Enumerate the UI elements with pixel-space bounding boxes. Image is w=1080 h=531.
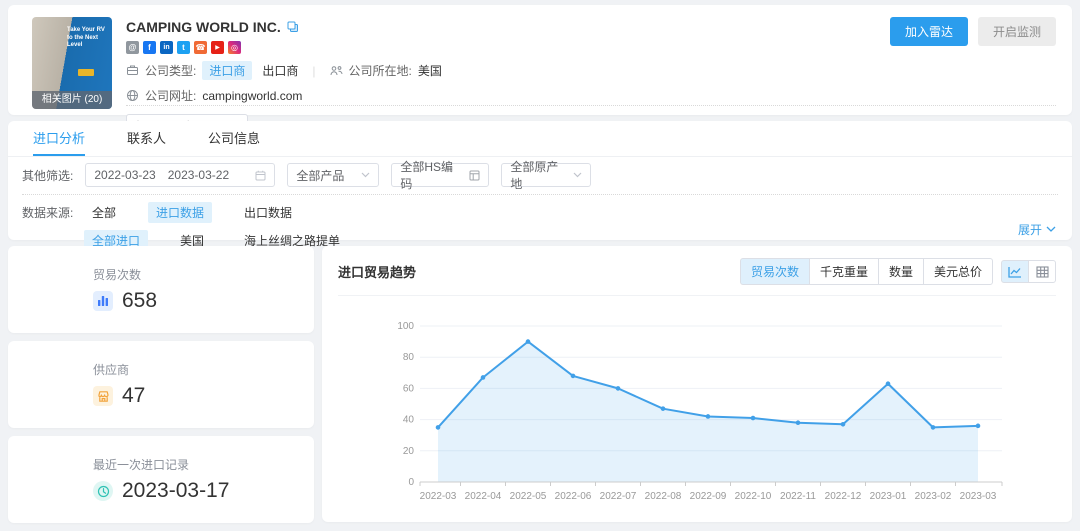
stats-column: 贸易次数 658 供应商 47 最近一次进口记录 2023-03-17 — [8, 246, 314, 531]
date-range-picker[interactable]: 2022-03-23 2023-03-22 — [85, 163, 275, 187]
window-icon — [469, 170, 480, 181]
youtube-icon[interactable]: ▶ — [211, 41, 224, 54]
globe-icon — [126, 89, 139, 102]
date-start[interactable]: 2022-03-23 — [94, 168, 155, 182]
location-icon — [330, 64, 343, 77]
linkedin-icon[interactable]: in — [160, 41, 173, 54]
stat-card-latest-import: 最近一次进口记录 2023-03-17 — [8, 436, 314, 523]
trend-chart: 0 20 40 60 80 100 2022-03 2022-04 2022-05 2022-06… — [338, 304, 1056, 516]
svg-text:2023-02: 2023-02 — [915, 491, 952, 502]
origin-select[interactable]: 全部原产地 — [501, 163, 591, 187]
tab-company-info[interactable]: 公司信息 — [208, 121, 260, 156]
instagram-icon[interactable]: ◎ — [228, 41, 241, 54]
website-icon[interactable]: @ — [126, 41, 139, 54]
svg-text:60: 60 — [403, 383, 415, 394]
chevron-down-icon — [361, 172, 370, 178]
metric-switcher: 贸易次数 千克重量 数量 美元总价 — [740, 258, 993, 285]
bar-chart-icon — [93, 291, 113, 311]
hs-code-select[interactable]: 全部HS编码 — [391, 163, 489, 187]
svg-text:0: 0 — [408, 477, 414, 488]
svg-text:2022-08: 2022-08 — [645, 491, 682, 502]
stat-label: 供应商 — [93, 361, 314, 378]
svg-text:20: 20 — [403, 446, 415, 457]
company-name: CAMPING WORLD INC. — [126, 19, 281, 35]
company-type-icon — [126, 64, 139, 77]
twitter-icon[interactable]: t — [177, 41, 190, 54]
location-value: 美国 — [418, 62, 442, 79]
view-switcher — [1001, 260, 1056, 283]
add-radar-button[interactable]: 加入雷达 — [890, 17, 968, 46]
thumbnail-banner-text: Take Your RV to the Next Level — [67, 27, 109, 50]
svg-text:2022-03: 2022-03 — [420, 491, 457, 502]
company-thumbnail[interactable]: Take Your RV to the Next Level 相关图片 (20) — [32, 17, 112, 109]
expand-link[interactable]: 展开 — [1018, 221, 1056, 238]
divider — [338, 295, 1056, 296]
start-monitor-button[interactable]: 开启监测 — [978, 17, 1056, 46]
stat-label: 最近一次进口记录 — [93, 456, 314, 473]
origin-select-value: 全部原产地 — [510, 158, 561, 192]
company-header-card: Take Your RV to the Next Level 相关图片 (20)… — [8, 5, 1072, 115]
expand-label: 展开 — [1018, 221, 1042, 238]
stat-value: 658 — [122, 289, 157, 313]
store-icon — [93, 386, 113, 406]
product-select[interactable]: 全部产品 — [287, 163, 379, 187]
data-source-label: 数据来源: — [22, 204, 84, 221]
svg-text:2022-11: 2022-11 — [780, 491, 816, 502]
stat-value: 2023-03-17 — [122, 479, 229, 503]
filter-card: 进口分析 联系人 公司信息 其他筛选: 2022-03-23 2023-03-2… — [8, 121, 1072, 240]
divider: | — [312, 64, 315, 78]
company-type-label: 公司类型: — [145, 62, 196, 79]
metric-weight-kg[interactable]: 千克重量 — [809, 258, 879, 285]
thumbnail-badge — [78, 69, 94, 76]
stat-card-suppliers: 供应商 47 — [8, 341, 314, 428]
line-chart-view-icon[interactable] — [1001, 260, 1029, 283]
svg-text:2022-05: 2022-05 — [510, 491, 547, 502]
hs-code-value: 全部HS编码 — [400, 158, 457, 192]
svg-text:2022-06: 2022-06 — [555, 491, 592, 502]
metric-quantity[interactable]: 数量 — [878, 258, 924, 285]
svg-text:100: 100 — [397, 321, 414, 332]
phone-icon[interactable]: ☎ — [194, 41, 207, 54]
copy-icon[interactable] — [287, 21, 299, 33]
clock-icon — [93, 481, 113, 501]
exporter-tag[interactable]: 出口商 — [262, 62, 298, 79]
calendar-icon — [255, 170, 266, 181]
svg-text:2022-09: 2022-09 — [690, 491, 727, 502]
metric-usd-total[interactable]: 美元总价 — [923, 258, 993, 285]
source-option-all[interactable]: 全部 — [84, 202, 124, 223]
tab-import-analysis[interactable]: 进口分析 — [33, 121, 85, 156]
facebook-icon[interactable]: f — [143, 41, 156, 54]
product-select-value: 全部产品 — [296, 167, 344, 184]
svg-text:80: 80 — [403, 352, 415, 363]
date-end[interactable]: 2023-03-22 — [168, 168, 229, 182]
svg-text:2023-01: 2023-01 — [870, 491, 907, 502]
dotted-divider — [126, 105, 1056, 106]
stat-card-trade-count: 贸易次数 658 — [8, 246, 314, 333]
chevron-down-icon — [573, 172, 582, 178]
table-view-icon[interactable] — [1028, 260, 1056, 283]
tab-contacts[interactable]: 联系人 — [127, 121, 166, 156]
related-images-caption[interactable]: 相关图片 (20) — [32, 91, 112, 109]
svg-text:2022-07: 2022-07 — [600, 491, 637, 502]
source-option-import[interactable]: 进口数据 — [148, 202, 212, 223]
svg-text:2022-10: 2022-10 — [735, 491, 772, 502]
svg-text:2023-03: 2023-03 — [960, 491, 997, 502]
stat-value: 47 — [122, 384, 145, 408]
filter-label: 其他筛选: — [22, 167, 73, 184]
trend-chart-card: 进口贸易趋势 贸易次数 千克重量 数量 美元总价 0 20 40 60 80 100 202… — [322, 246, 1072, 522]
chevron-down-icon — [1046, 226, 1056, 233]
svg-text:2022-04: 2022-04 — [465, 491, 502, 502]
source-option-export[interactable]: 出口数据 — [236, 202, 300, 223]
svg-text:40: 40 — [403, 415, 415, 426]
website-value[interactable]: campingworld.com — [202, 89, 302, 103]
tab-bar: 进口分析 联系人 公司信息 — [8, 121, 1072, 157]
stat-label: 贸易次数 — [93, 266, 314, 283]
location-label: 公司所在地: — [349, 62, 412, 79]
chart-title: 进口贸易趋势 — [338, 262, 416, 281]
metric-trade-count[interactable]: 贸易次数 — [740, 258, 810, 285]
svg-text:2022-12: 2022-12 — [825, 491, 862, 502]
importer-tag[interactable]: 进口商 — [202, 61, 252, 80]
website-label: 公司网址: — [145, 87, 196, 104]
